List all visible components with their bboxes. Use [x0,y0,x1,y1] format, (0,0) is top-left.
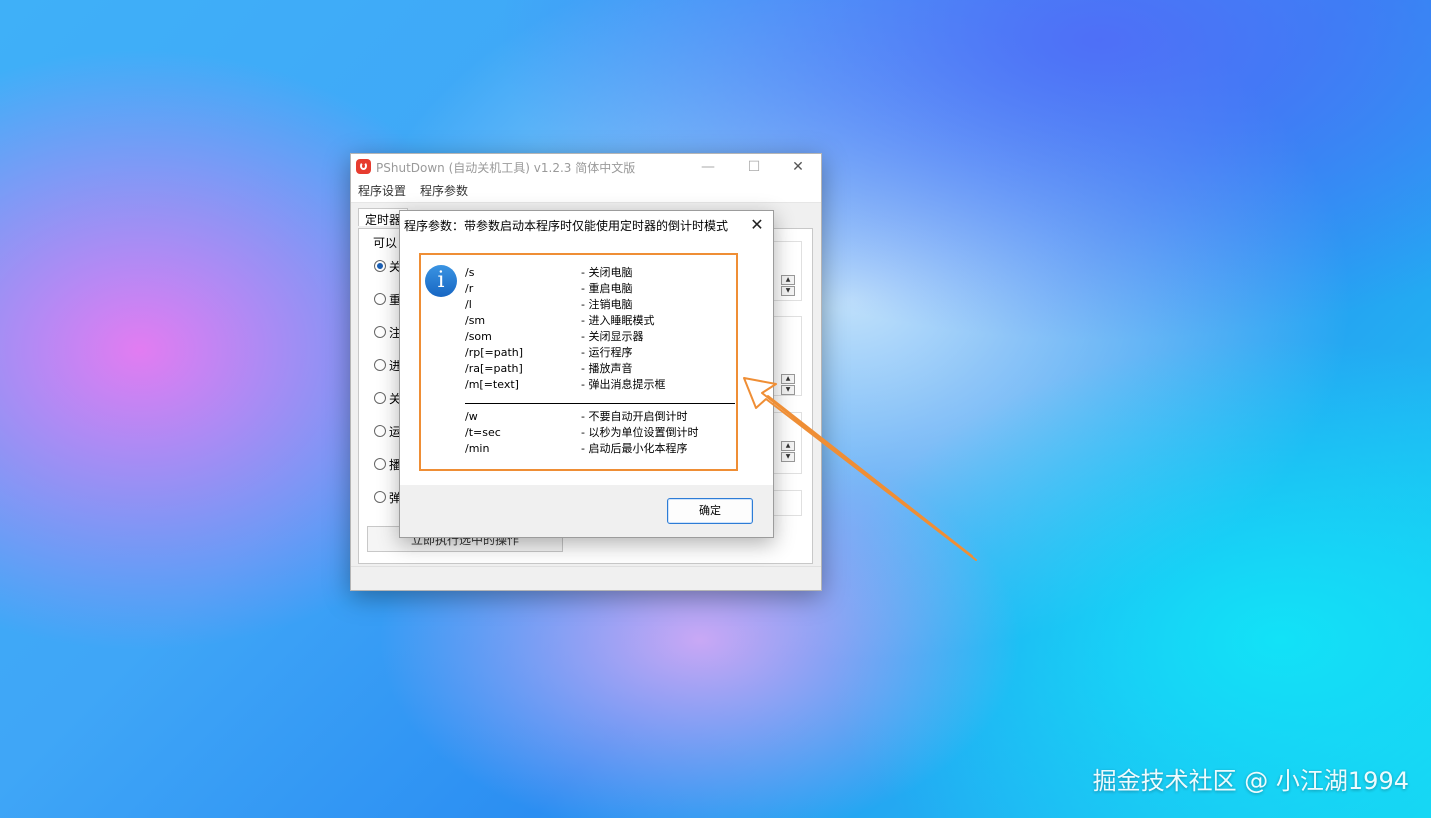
main-window-title: PShutDown (自动关机工具) v1.2.3 简体中文版 [376,161,636,175]
radio-button[interactable] [374,458,386,470]
radio-button[interactable] [374,392,386,404]
param-key: /w [465,410,478,423]
main-titlebar[interactable]: PShutDown (自动关机工具) v1.2.3 简体中文版 — ☐ ✕ [351,154,821,180]
second-spinner[interactable]: ▲ ▼ [781,441,795,462]
param-row: /min - 启动后最小化本程序 [465,441,737,457]
param-desc: - 注销电脑 [581,298,633,311]
param-row: /l - 注销电脑 [465,297,737,313]
params-divider [465,403,735,404]
ok-button[interactable]: 确定 [667,498,753,524]
param-key: /ra[=path] [465,362,523,375]
radio-button[interactable] [374,326,386,338]
param-key: /rp[=path] [465,346,524,359]
dialog-titlebar[interactable]: 程序参数：带参数启动本程序时仅能使用定时器的倒计时模式 ✕ [400,211,773,239]
radio-label: 进 [389,359,399,373]
param-desc: - 启动后最小化本程序 [581,442,688,455]
hour-spinner[interactable]: ▲ ▼ [781,275,795,296]
param-key: /min [465,442,490,455]
param-key: /s [465,266,475,279]
param-desc: - 运行程序 [581,346,633,359]
params-list: /s - 关闭电脑 /r - 重启电脑 /l - 注销电脑 /sm - 进入睡眠模式 /… [465,265,737,457]
param-row: /ra[=path] - 播放声音 [465,361,737,377]
param-row: /sm - 进入睡眠模式 [465,313,737,329]
param-row: /som - 关闭显示器 [465,329,737,345]
param-desc: - 不要自动开启倒计时 [581,410,688,423]
radio-label: 注 [389,326,399,340]
param-row: /t=sec - 以秒为单位设置倒计时 [465,425,737,441]
param-desc: - 关闭显示器 [581,330,644,343]
dialog-close-button[interactable]: ✕ [747,215,767,235]
param-row: /s - 关闭电脑 [465,265,737,281]
param-key: /t=sec [465,426,501,439]
radio-button[interactable] [374,359,386,371]
radio-label: 重 [389,293,399,307]
radio-button[interactable] [374,293,386,305]
spin-down-icon[interactable]: ▼ [781,286,795,296]
radio-button[interactable] [374,260,386,272]
spin-up-icon[interactable]: ▲ [781,441,795,451]
param-desc: - 以秒为单位设置倒计时 [581,426,699,439]
spin-up-icon[interactable]: ▲ [781,374,795,384]
param-desc: - 关闭电脑 [581,266,633,279]
status-bar [351,566,821,590]
radio-button[interactable] [374,425,386,437]
spin-down-icon[interactable]: ▼ [781,452,795,462]
action-group-label: 可以 [373,236,398,250]
menubar: 程序设置 程序参数 [351,180,821,203]
radio-label: 关 [389,392,399,406]
params-dialog: 程序参数：带参数启动本程序时仅能使用定时器的倒计时模式 ✕ i /s - 关闭电脑… [399,210,774,538]
param-desc: - 进入睡眠模式 [581,314,655,327]
dialog-title: 程序参数：带参数启动本程序时仅能使用定时器的倒计时模式 [404,219,729,233]
radio-label: 关 [389,260,399,274]
param-key: /m[=text] [465,378,519,391]
close-button[interactable]: ✕ [775,154,821,180]
dialog-content: i /s - 关闭电脑 /r - 重启电脑 /l - 注销电脑 /sm - 进入睡眠模式… [400,239,773,485]
menu-program-params[interactable]: 程序参数 [420,182,468,199]
app-power-icon [356,159,371,174]
spin-down-icon[interactable]: ▼ [781,385,795,395]
param-desc: - 弹出消息提示框 [581,378,666,391]
param-desc: - 播放声音 [581,362,633,375]
minute-spinner[interactable]: ▲ ▼ [781,374,795,395]
radio-label: 运 [389,425,399,439]
watermark: 掘金技术社区 @ 小江湖1994 [1092,767,1409,795]
param-key: /sm [465,314,486,327]
minimize-button[interactable]: — [685,154,731,180]
radio-label: 播 [389,458,399,472]
maximize-button[interactable]: ☐ [731,154,777,180]
radio-button[interactable] [374,491,386,503]
param-row: /w - 不要自动开启倒计时 [465,409,737,425]
info-icon: i [425,265,457,297]
param-row: /rp[=path] - 运行程序 [465,345,737,361]
param-key: /r [465,282,474,295]
menu-program-settings[interactable]: 程序设置 [358,182,406,199]
spin-up-icon[interactable]: ▲ [781,275,795,285]
param-row: /r - 重启电脑 [465,281,737,297]
param-key: /som [465,330,492,343]
param-key: /l [465,298,472,311]
param-row: /m[=text] - 弹出消息提示框 [465,377,737,393]
radio-label: 弹 [389,491,399,505]
param-desc: - 重启电脑 [581,282,633,295]
